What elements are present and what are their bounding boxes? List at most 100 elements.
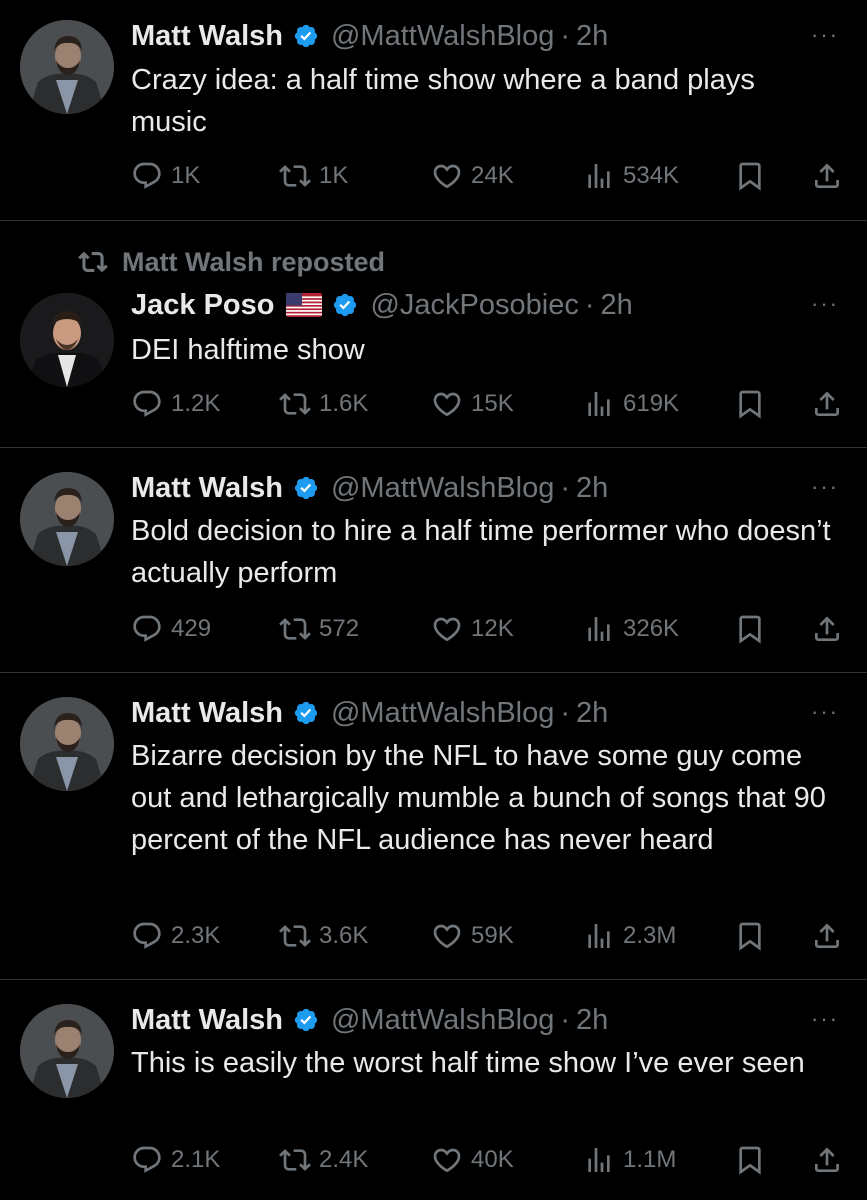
avatar[interactable]: [20, 293, 114, 387]
reply-icon: [133, 922, 161, 949]
views-button[interactable]: 1.1M: [583, 1140, 676, 1180]
view-count: 2.3M: [623, 922, 677, 949]
avatar-photo: [20, 1004, 114, 1098]
tweet-5[interactable]: Matt Walsh @MattWalshBlog · 2h ··· This …: [0, 980, 867, 1200]
repost-icon: [279, 393, 311, 415]
separator-dot: ·: [560, 471, 571, 504]
bookmark-button[interactable]: [734, 916, 774, 956]
avatar[interactable]: [20, 697, 114, 791]
bookmark-icon: [739, 162, 761, 191]
tweet-header: Matt Walsh @MattWalshBlog · 2h: [131, 468, 608, 508]
tweet-4[interactable]: Matt Walsh @MattWalshBlog · 2h ··· Bizar…: [0, 673, 867, 979]
repost-count: 572: [319, 615, 360, 642]
tweet-text: Crazy idea: a half time show where a ban…: [131, 64, 755, 138]
author-name[interactable]: Matt Walsh: [131, 697, 283, 730]
share-button[interactable]: [811, 156, 851, 196]
repost-button[interactable]: 1.6K: [279, 384, 368, 424]
author-name[interactable]: Matt Walsh: [131, 472, 283, 505]
tweet-header: Matt Walsh @MattWalshBlog · 2h: [131, 693, 608, 733]
views-button[interactable]: 619K: [583, 384, 679, 424]
bookmark-icon: [739, 615, 761, 644]
separator-dot: ·: [584, 288, 595, 321]
views-icon: [588, 617, 610, 641]
share-icon: [815, 391, 839, 416]
share-icon: [815, 616, 839, 641]
repost-button[interactable]: 572: [279, 609, 359, 649]
reply-button[interactable]: 2.3K: [131, 916, 220, 956]
reply-button[interactable]: 1.2K: [131, 384, 220, 424]
share-icon: [815, 923, 839, 948]
more-options-icon[interactable]: ···: [811, 1006, 839, 1032]
repost-button[interactable]: 2.4K: [279, 1140, 368, 1180]
action-bar: 1.2K 1.6K 15K 619K: [131, 384, 846, 424]
share-button[interactable]: [811, 1140, 851, 1180]
avatar-photo: [20, 293, 114, 387]
reply-icon: [133, 390, 161, 417]
reply-button[interactable]: 2.1K: [131, 1140, 220, 1180]
author-name[interactable]: Jack Poso: [131, 289, 274, 322]
more-options-icon[interactable]: ···: [811, 699, 839, 725]
heart-icon: [433, 1148, 461, 1173]
action-bar: 1K 1K 24K 534K: [131, 156, 846, 196]
more-options-icon[interactable]: ···: [811, 474, 839, 500]
tweet-3[interactable]: Matt Walsh @MattWalshBlog · 2h ··· Bold …: [0, 448, 867, 672]
avatar[interactable]: [20, 20, 114, 114]
reply-button[interactable]: 429: [131, 609, 211, 649]
author-handle[interactable]: @MattWalshBlog: [331, 697, 554, 730]
avatar[interactable]: [20, 472, 114, 566]
views-icon: [588, 924, 610, 948]
share-button[interactable]: [811, 916, 851, 956]
tweet-2[interactable]: Matt Walsh reposted Jack Poso @JackPosob…: [0, 221, 867, 447]
reply-icon: [133, 615, 161, 642]
avatar[interactable]: [20, 1004, 114, 1098]
tweet-1[interactable]: Matt Walsh @MattWalshBlog · 2h ··· Crazy…: [0, 0, 867, 220]
author-handle[interactable]: @MattWalshBlog: [331, 20, 554, 53]
bookmark-button[interactable]: [734, 156, 774, 196]
repost-count: 1K: [319, 162, 349, 189]
heart-icon: [433, 617, 461, 642]
repost-indicator: Matt Walsh reposted: [78, 244, 385, 280]
timestamp[interactable]: 2h: [576, 20, 608, 53]
bookmark-button[interactable]: [734, 1140, 774, 1180]
verified-badge-icon: [332, 292, 358, 318]
like-button[interactable]: 59K: [431, 916, 514, 956]
author-handle[interactable]: @MattWalshBlog: [331, 1004, 554, 1037]
author-handle[interactable]: @JackPosobiec: [370, 289, 578, 322]
bookmark-icon: [739, 1146, 761, 1175]
timestamp[interactable]: 2h: [576, 697, 608, 730]
views-icon: [588, 392, 610, 416]
bookmark-button[interactable]: [734, 384, 774, 424]
like-button[interactable]: 12K: [431, 609, 514, 649]
tweet-text: Bizarre decision by the NFL to have some…: [131, 740, 826, 856]
share-button[interactable]: [811, 609, 851, 649]
like-button[interactable]: 24K: [431, 156, 514, 196]
tweet-text: DEI halftime show: [131, 334, 365, 366]
views-button[interactable]: 534K: [583, 156, 679, 196]
avatar-photo: [20, 697, 114, 791]
heart-icon: [433, 164, 461, 189]
timestamp[interactable]: 2h: [576, 1004, 608, 1037]
repost-icon: [279, 165, 311, 187]
author-handle[interactable]: @MattWalshBlog: [331, 472, 554, 505]
action-bar: 2.1K 2.4K 40K 1.1M: [131, 1140, 846, 1180]
timestamp[interactable]: 2h: [601, 289, 633, 322]
author-name[interactable]: Matt Walsh: [131, 20, 283, 53]
like-count: 24K: [471, 162, 514, 189]
share-icon: [815, 163, 839, 188]
repost-button[interactable]: 3.6K: [279, 916, 368, 956]
like-button[interactable]: 40K: [431, 1140, 514, 1180]
author-name[interactable]: Matt Walsh: [131, 1004, 283, 1037]
views-button[interactable]: 2.3M: [583, 916, 676, 956]
views-button[interactable]: 326K: [583, 609, 679, 649]
bookmark-icon: [739, 922, 761, 951]
timestamp[interactable]: 2h: [576, 472, 608, 505]
like-button[interactable]: 15K: [431, 384, 514, 424]
share-button[interactable]: [811, 384, 851, 424]
bookmark-button[interactable]: [734, 609, 774, 649]
repost-button[interactable]: 1K: [279, 156, 348, 196]
more-options-icon[interactable]: ···: [811, 291, 839, 317]
reply-button[interactable]: 1K: [131, 156, 200, 196]
verified-badge-icon: [293, 475, 319, 501]
repost-label[interactable]: Matt Walsh reposted: [122, 247, 385, 278]
more-options-icon[interactable]: ···: [811, 22, 839, 48]
